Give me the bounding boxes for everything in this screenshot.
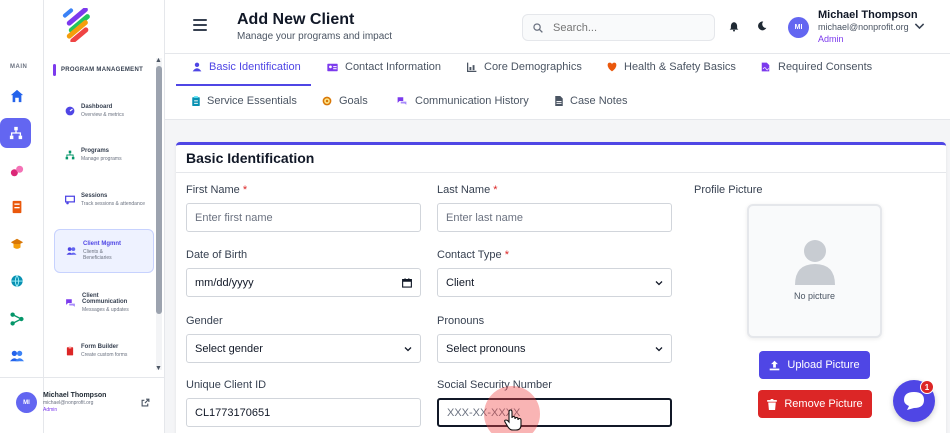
file-icon	[555, 96, 563, 106]
rail-label: MAIN	[10, 64, 28, 70]
search-icon	[533, 22, 543, 33]
dob-label: Date of Birth	[186, 249, 248, 261]
active-tab-indicator	[176, 84, 311, 86]
clipboard-icon	[66, 346, 74, 356]
external-link-icon[interactable]	[141, 398, 150, 407]
chevron-down-icon	[655, 346, 663, 351]
tab-required-consents[interactable]: Required Consents	[760, 61, 872, 73]
home-icon[interactable]	[3, 82, 31, 110]
client-id-field[interactable]: CL1773170651	[186, 398, 421, 427]
chalkboard-icon	[65, 195, 75, 205]
menu-item-programs[interactable]: Programs Manage programs	[54, 133, 154, 177]
menu-item-form-builder[interactable]: Form Builder Create custom forms	[54, 329, 154, 373]
search-input[interactable]	[553, 21, 703, 34]
heart-shield-icon	[607, 62, 617, 72]
page-title: Add New Client	[237, 11, 355, 28]
menu-toggle-icon[interactable]	[193, 19, 207, 31]
tab-goals[interactable]: Goals	[322, 95, 368, 107]
panel-user-name: Michael Thompson	[43, 392, 107, 399]
pronouns-label: Pronouns	[437, 315, 485, 327]
gender-label: Gender	[186, 315, 223, 327]
tab-core-demographics[interactable]: Core Demographics	[467, 61, 582, 73]
menu-item-sessions[interactable]: Sessions Track sessions & attendance	[54, 178, 154, 222]
scroll-up-icon[interactable]: ▲	[155, 57, 162, 64]
moon-icon[interactable]	[757, 21, 767, 31]
last-name-label: Last Name *	[437, 184, 498, 196]
globe-icon[interactable]	[3, 267, 31, 295]
panel-user-email: michael@nonprofit.org	[43, 400, 94, 406]
pronouns-select[interactable]: Select pronouns	[437, 334, 672, 363]
menu-item-dashboard[interactable]: Dashboard Overview & metrics	[54, 89, 154, 133]
chat-bubble-icon	[904, 392, 924, 410]
panel-heading: PROGRAM MANAGEMENT	[53, 64, 143, 76]
chevron-down-icon	[655, 280, 663, 285]
gender-select[interactable]: Select gender	[186, 334, 421, 363]
panel-scrollbar-thumb[interactable]	[156, 66, 162, 314]
first-name-label: First Name *	[186, 184, 248, 196]
chat-notification-badge: 1	[920, 380, 934, 394]
user-email: michael@nonprofit.org	[818, 22, 909, 32]
client-id-label: Unique Client ID	[186, 379, 267, 391]
programs-icon[interactable]	[0, 118, 31, 148]
ssn-label: Social Security Number	[437, 379, 552, 391]
upload-icon	[770, 360, 780, 370]
sitemap-icon	[65, 150, 75, 160]
no-picture-text: No picture	[793, 291, 836, 301]
chevron-down-icon	[404, 346, 412, 351]
menu-item-client-mgmnt[interactable]: Client Mgmnt Clients & Beneficiaries	[54, 229, 154, 273]
tab-case-notes[interactable]: Case Notes	[555, 95, 627, 107]
panel-divider	[0, 377, 165, 378]
user-role: Admin	[818, 34, 844, 44]
chevron-down-icon[interactable]	[914, 22, 925, 30]
section-title: Basic Identification	[186, 150, 315, 166]
upload-picture-button[interactable]: Upload Picture	[759, 351, 870, 379]
id-card-icon	[327, 63, 338, 71]
gauge-icon	[65, 106, 75, 116]
person-placeholder-icon	[795, 240, 835, 285]
target-icon	[322, 96, 332, 106]
comments-icon	[66, 299, 75, 307]
tab-contact-information[interactable]: Contact Information	[327, 61, 441, 73]
user-icon	[192, 62, 202, 72]
tab-basic-identification[interactable]: Basic Identification	[192, 61, 301, 73]
divider	[176, 172, 946, 173]
avatar: MI	[16, 392, 37, 413]
user-name: Michael Thompson	[818, 9, 918, 21]
contact-type-label: Contact Type *	[437, 249, 509, 261]
avatar[interactable]: MI	[788, 17, 809, 38]
chart-icon	[467, 62, 477, 72]
comments-icon	[397, 97, 407, 105]
education-icon[interactable]	[3, 230, 31, 258]
documents-icon[interactable]	[3, 193, 31, 221]
remove-picture-button[interactable]: Remove Picture	[758, 390, 872, 418]
first-name-field[interactable]: Enter first name	[186, 203, 421, 232]
app-logo[interactable]	[60, 7, 102, 50]
panel-user-role: Admin	[43, 407, 58, 413]
users-icon[interactable]	[3, 342, 31, 370]
network-icon[interactable]	[3, 305, 31, 333]
calendar-icon[interactable]	[402, 277, 412, 288]
hand-cursor-icon	[504, 409, 522, 431]
clipboard-list-icon	[192, 96, 200, 106]
scroll-down-icon[interactable]: ▼	[155, 365, 162, 372]
tab-service-essentials[interactable]: Service Essentials	[192, 95, 297, 107]
search-box[interactable]	[522, 14, 715, 41]
tab-communication-history[interactable]: Communication History	[396, 95, 529, 107]
signature-icon	[761, 62, 770, 72]
tab-health-safety-basics[interactable]: Health & Safety Basics	[607, 61, 736, 73]
menu-item-client-communication[interactable]: Client Communication Messages & updates	[54, 281, 154, 325]
trash-icon	[767, 398, 778, 410]
sessions-icon[interactable]	[3, 157, 31, 185]
page-subtitle: Manage your programs and impact	[237, 31, 393, 42]
contact-type-select[interactable]: Client	[437, 268, 672, 297]
panel-user-card[interactable]: MI Michael Thompson michael@nonprofit.or…	[16, 392, 154, 413]
profile-picture-label: Profile Picture	[694, 184, 763, 196]
bell-icon[interactable]	[729, 21, 739, 32]
ssn-field[interactable]: XXX-XX-XXXX	[437, 398, 672, 427]
last-name-field[interactable]: Enter last name	[437, 203, 672, 232]
dob-field[interactable]: mm/dd/yyyy	[186, 268, 421, 297]
users-icon	[66, 247, 77, 255]
